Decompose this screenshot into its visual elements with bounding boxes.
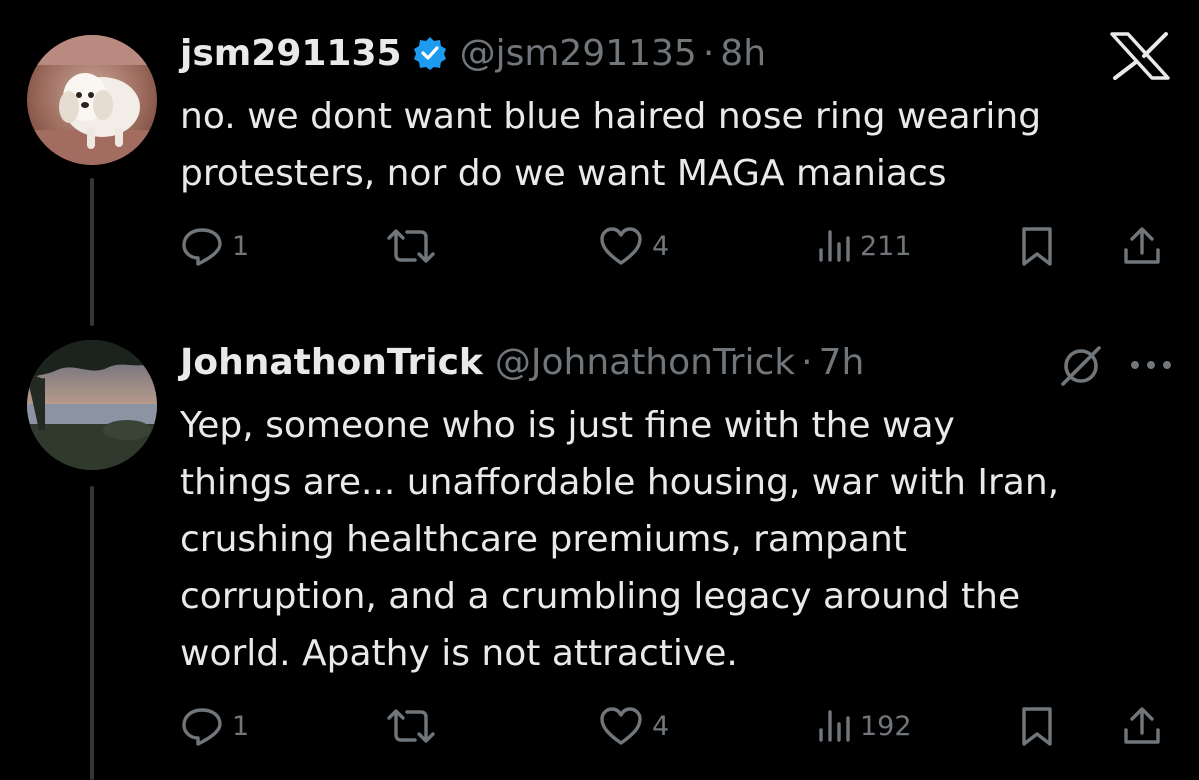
tweet-text-line: no. we dont want blue haired nose ring w…	[180, 96, 1042, 137]
action-bar: 1 4 192	[180, 701, 1170, 751]
like-count: 4	[652, 710, 670, 742]
tweet-text-line: Yep, someone who is just fine with the w…	[180, 405, 955, 446]
like-button[interactable]: 4	[598, 701, 669, 751]
repost-icon	[387, 709, 435, 743]
tweet-text-line: corruption, and a crumbling legacy aroun…	[180, 576, 1021, 617]
thread-line	[90, 486, 94, 780]
share-icon	[1124, 227, 1160, 264]
bookmark-icon	[1022, 227, 1052, 266]
tweet-text-line: protesters, nor do we want MAGA maniacs	[180, 153, 947, 194]
tweet-header: JohnathonTrick @JohnathonTrick · 7h	[180, 337, 864, 387]
views-icon	[819, 230, 850, 262]
bookmark-button[interactable]	[1017, 221, 1057, 271]
reply-icon	[182, 228, 222, 266]
tweet-text-line: crushing healthcare premiums, rampant	[180, 519, 907, 560]
grok-icon[interactable]	[1058, 343, 1104, 389]
reply-count: 1	[232, 710, 250, 742]
views-button[interactable]: 192	[816, 701, 912, 751]
thread-line	[90, 178, 94, 326]
heart-icon	[600, 707, 642, 745]
action-bar: 1 4 211	[180, 221, 1170, 271]
views-button[interactable]: 211	[816, 221, 912, 271]
verified-badge-icon	[413, 37, 446, 70]
tweet-text-line: things are... unaffordable housing, war …	[180, 462, 1060, 503]
bookmark-button[interactable]	[1017, 701, 1057, 751]
tweet-header: jsm291135 @jsm291135 · 8h	[180, 28, 766, 78]
view-count: 211	[860, 230, 912, 262]
like-count: 4	[652, 230, 670, 262]
repost-button[interactable]	[385, 221, 437, 271]
tweet-text-line: world. Apathy is not attractive.	[180, 633, 738, 674]
avatar[interactable]	[27, 340, 157, 470]
reply-count: 1	[232, 230, 250, 262]
handle[interactable]: @JohnathonTrick	[495, 342, 795, 383]
reply-icon	[182, 708, 222, 746]
share-icon	[1124, 707, 1160, 744]
display-name[interactable]: JohnathonTrick	[180, 342, 483, 383]
like-button[interactable]: 4	[598, 221, 669, 271]
heart-icon	[600, 227, 642, 265]
timestamp[interactable]: 8h	[720, 33, 766, 74]
tweet-text: no. we dont want blue haired nose ring w…	[180, 88, 1170, 202]
avatar[interactable]	[27, 35, 157, 165]
handle[interactable]: @jsm291135	[460, 33, 697, 74]
share-button[interactable]	[1120, 221, 1164, 271]
bookmark-icon	[1022, 707, 1052, 746]
share-button[interactable]	[1120, 701, 1164, 751]
more-options-icon[interactable]	[1128, 355, 1174, 375]
repost-button[interactable]	[385, 701, 437, 751]
tweet-text: Yep, someone who is just fine with the w…	[180, 397, 1170, 682]
reply-button[interactable]: 1	[180, 701, 249, 751]
x-logo-icon[interactable]	[1108, 32, 1172, 80]
timestamp[interactable]: 7h	[819, 342, 865, 383]
views-icon	[819, 710, 850, 742]
separator: ·	[702, 32, 715, 74]
view-count: 192	[860, 710, 912, 742]
reply-button[interactable]: 1	[180, 221, 249, 271]
repost-icon	[387, 229, 435, 263]
display-name[interactable]: jsm291135	[180, 33, 402, 74]
separator: ·	[801, 341, 813, 383]
